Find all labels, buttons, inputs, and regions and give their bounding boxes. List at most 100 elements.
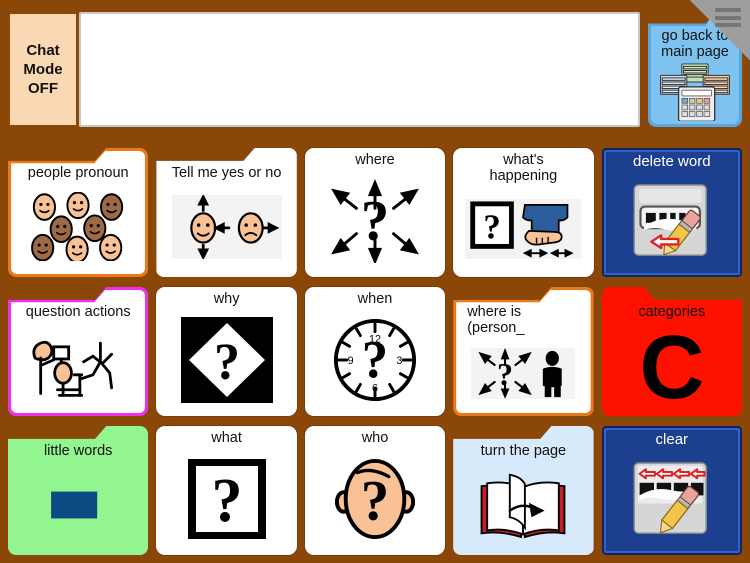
grid-cell: when 12 3 6 9 ? [304,287,446,416]
button-delete-word[interactable]: delete word [601,148,742,277]
chat-mode-line-1: Chat [26,41,60,59]
black-square-diamond-question-icon: ? [159,309,293,412]
button-label: clear [655,431,689,448]
grid-cell: little words [8,426,149,555]
grid-cell: why ? [156,287,297,416]
svg-text:?: ? [497,356,513,392]
button-categories[interactable]: categories C [601,287,742,416]
button-people-pronoun[interactable]: people pronoun [8,148,149,277]
button-whats-happening[interactable]: what's happening ? [453,148,594,277]
clock-number-9: 9 [348,355,354,367]
button-label: who [361,430,389,446]
svg-text:?: ? [214,334,240,391]
button-label: what [211,430,242,446]
button-label-line-1: where is [467,304,522,320]
message-window-text [81,14,638,26]
grid-cell: who ? [304,426,446,555]
eight-faces-icon [14,181,142,271]
question-mark-arrows-icon: ? [308,170,442,273]
button-label: people pronoun [27,165,129,181]
button-label: delete word [633,153,711,170]
button-when[interactable]: when 12 3 6 9 ? [304,287,446,416]
folder-face: go back to main page [651,15,739,124]
button-label: when [357,291,393,307]
letter-c-glyph: C [639,330,704,402]
eraser-delete-icon [609,171,735,270]
button-label: why [213,291,240,307]
question-box-icon: ? [159,448,293,551]
folder-shape: go back to main page [648,12,742,127]
go-back-cell: go back to main page [648,12,742,127]
two-faces-arrows-icon [162,181,290,271]
grid-cell: what ? [156,426,297,555]
button-label: where is (person_ [459,292,587,336]
button-what[interactable]: what ? [156,426,297,555]
question-arrows-person-icon: ? [459,336,587,410]
hamburger-menu-icon[interactable] [715,8,741,27]
button-label: where [355,152,395,168]
button-grid: people pronoun Tell me yes or no where ?… [8,148,742,555]
button-turn-the-page[interactable]: turn the page [453,426,594,555]
svg-text:?: ? [361,191,389,253]
svg-text:?: ? [484,208,501,247]
question-box-and-hands-icon: ? [456,186,590,273]
button-label: question actions [25,304,131,320]
button-label: Tell me yes or no [171,165,282,181]
button-label: what's happening [488,151,560,186]
button-label-line-2: happening [489,167,558,184]
folder-face: categories C [604,290,739,413]
folder-face: little words [11,429,146,552]
clock-number-3: 3 [396,355,402,367]
svg-text:?: ? [361,471,389,533]
button-tell-me-yes-or-no[interactable]: Tell me yes or no [156,148,297,277]
hamburger-line [715,8,741,12]
grid-cell: Tell me yes or no [156,148,297,277]
button-label: little words [43,443,113,459]
button-label-line-2: (person_ [467,320,525,337]
folder-face: people pronoun [11,151,146,274]
top-bar: Chat Mode OFF go back to main page [8,12,742,127]
grid-cell: categories C [601,287,742,416]
clock-question-icon: 12 3 6 9 ? [308,309,442,412]
calculator-grid-icon [654,60,736,121]
button-where[interactable]: where ? [304,148,446,277]
hamburger-line [715,23,741,27]
button-question-actions[interactable]: question actions [8,287,149,416]
button-label-line-1: what's [503,152,544,168]
grid-cell: where is (person_ ? [453,287,594,416]
grid-cell: delete word [601,148,742,277]
button-clear[interactable]: clear [601,426,742,555]
go-back-label-line-1: go back to [661,28,729,44]
go-back-label-line-2: main page [661,44,729,61]
face-question-icon: ? [308,448,442,551]
folder-face: where is (person_ ? [456,290,591,413]
button-little-words[interactable]: little words [8,426,149,555]
message-window[interactable] [79,12,640,127]
svg-text:?: ? [362,332,388,390]
grid-cell: turn the page [453,426,594,555]
folder-face: turn the page [456,429,591,552]
open-book-arrow-icon [459,459,587,549]
button-where-is-person[interactable]: where is (person_ ? [453,287,594,416]
chat-mode-toggle-button[interactable]: Chat Mode OFF [8,12,76,127]
grid-cell: people pronoun [8,148,149,277]
people-actions-icon [14,320,142,410]
button-who[interactable]: who ? [304,426,446,555]
grid-cell: question actions [8,287,149,416]
grid-cell: what's happening ? [453,148,594,277]
blue-rectangle-icon [14,459,142,549]
svg-text:?: ? [211,467,242,535]
chat-mode-line-2: Mode [23,60,63,78]
button-why[interactable]: why ? [156,287,297,416]
grid-cell: clear [601,426,742,555]
button-label: turn the page [480,443,567,459]
folder-face: Tell me yes or no [159,151,294,274]
go-back-to-main-page-button[interactable]: go back to main page [648,12,742,127]
chat-mode-line-3: OFF [28,80,58,98]
button-label: categories [638,304,706,320]
eraser-clear-arrows-icon [609,449,735,548]
grid-cell: where ? [304,148,446,277]
folder-face: question actions [11,290,146,413]
hamburger-line [715,15,741,20]
letter-c-icon: C [608,320,736,410]
